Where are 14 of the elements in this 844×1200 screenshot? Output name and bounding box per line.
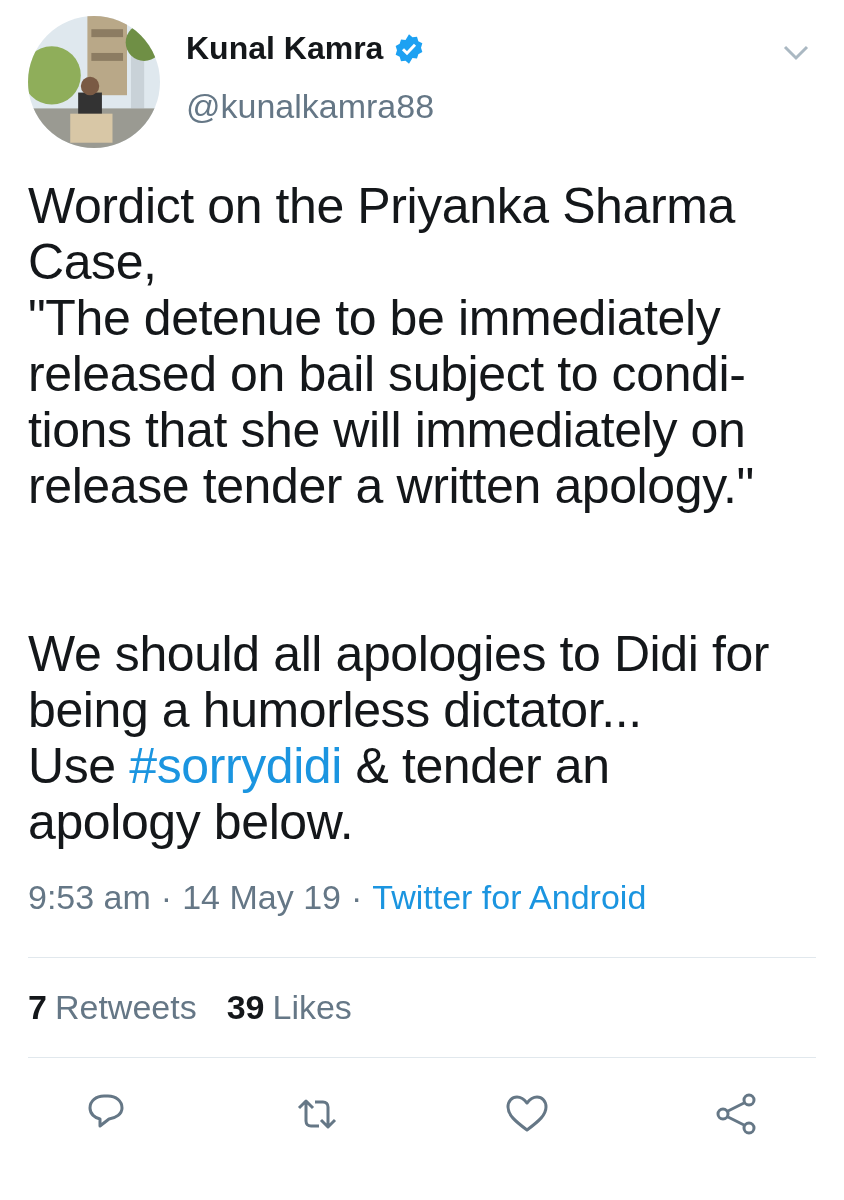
separator-dot: · xyxy=(350,878,363,917)
stat-label[interactable]: Retweets xyxy=(54,988,197,1027)
stat-count: 7 xyxy=(28,988,47,1027)
user-name: Kunal Kamra xyxy=(186,30,384,67)
tweet-date: 14 May 19 xyxy=(182,878,341,917)
tweet-time: 9:53 am xyxy=(28,878,151,917)
stat-label[interactable]: Likes xyxy=(272,988,352,1027)
tweet-text: We should all apologies to Didi for being a humorless dictator... Use #sorrydidi & tender an apology below. xyxy=(28,626,771,850)
stat-count: 39 xyxy=(226,988,265,1027)
user-handle[interactable]: @kunalkamra88 xyxy=(186,87,756,126)
source-link[interactable]: Twitter for Android xyxy=(372,878,647,917)
hashtag-link[interactable]: #sorrydidi xyxy=(129,738,342,794)
separator-dot: · xyxy=(160,878,173,917)
tweet-text: Wordict on the Priyanka Sharma Case, "The detenue to be immediately released on bail subject to condi- tions that she will immediately on release tender a written apology." xyxy=(28,178,755,514)
